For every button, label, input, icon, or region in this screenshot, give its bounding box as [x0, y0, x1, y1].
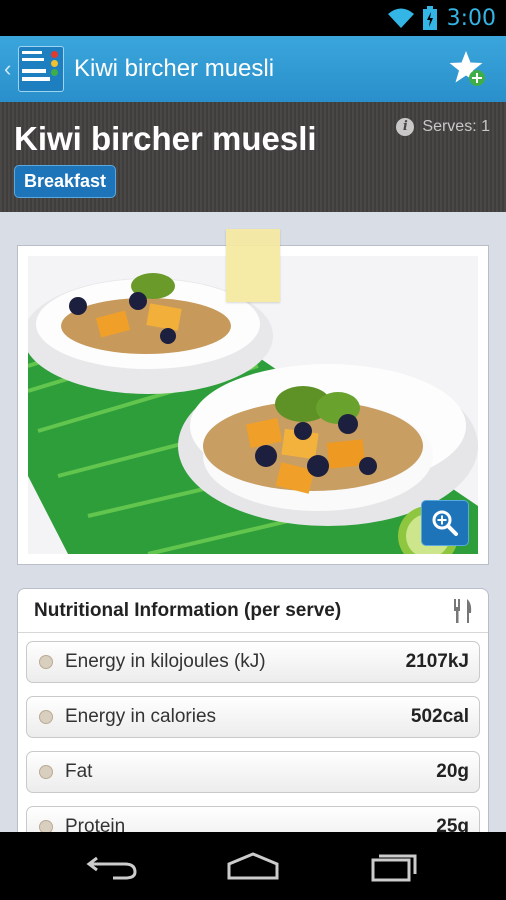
- zoom-icon: [432, 510, 458, 536]
- nutrition-row-energy-cal[interactable]: Energy in calories 502cal: [26, 696, 480, 738]
- back-chevron-icon[interactable]: ‹: [4, 56, 16, 82]
- nutrition-title: Nutritional Information (per serve): [34, 599, 342, 621]
- app-bar-title: Kiwi bircher muesli: [74, 55, 275, 82]
- status-bar: 3:00: [0, 0, 506, 36]
- bullet-icon: [39, 710, 53, 724]
- tape-decoration: [226, 229, 280, 302]
- zoom-button[interactable]: [421, 500, 469, 546]
- recipe-title: Kiwi bircher muesli: [14, 120, 317, 157]
- battery-icon: [422, 6, 437, 30]
- bullet-icon: [39, 765, 53, 779]
- action-bar: ‹ Kiwi bircher muesli: [0, 36, 506, 102]
- clock: 3:00: [446, 5, 496, 31]
- nav-back-icon[interactable]: [83, 850, 143, 882]
- nutrition-row-fat[interactable]: Fat 20g: [26, 751, 480, 793]
- serves-info[interactable]: i Serves: 1: [396, 118, 490, 136]
- nutrition-header: Nutritional Information (per serve): [18, 589, 488, 633]
- info-icon: i: [396, 118, 415, 136]
- nutrient-label: Fat: [65, 761, 93, 782]
- bullet-icon: [39, 655, 53, 669]
- nutrient-label: Energy in kilojoules (kJ): [65, 651, 266, 672]
- nutrition-row-energy-kj[interactable]: Energy in kilojoules (kJ) 2107kJ: [26, 641, 480, 683]
- nutrient-value: 502cal: [410, 706, 469, 727]
- app-logo[interactable]: [18, 46, 64, 92]
- nav-recents-icon[interactable]: [363, 850, 423, 882]
- add-favorite-icon[interactable]: [448, 49, 488, 89]
- category-badge[interactable]: Breakfast: [14, 165, 117, 198]
- system-nav-bar: [0, 832, 506, 900]
- nutrient-value: 20g: [436, 761, 469, 782]
- serves-label: Serves: 1: [422, 118, 490, 135]
- nutrient-label: Energy in calories: [65, 706, 217, 727]
- wifi-icon: [387, 8, 414, 28]
- recipe-header: Kiwi bircher muesli i Serves: 1 Breakfas…: [0, 102, 506, 212]
- nutrient-value: 2107kJ: [405, 651, 469, 672]
- cutlery-icon: [454, 598, 472, 623]
- nav-home-icon[interactable]: [223, 850, 283, 882]
